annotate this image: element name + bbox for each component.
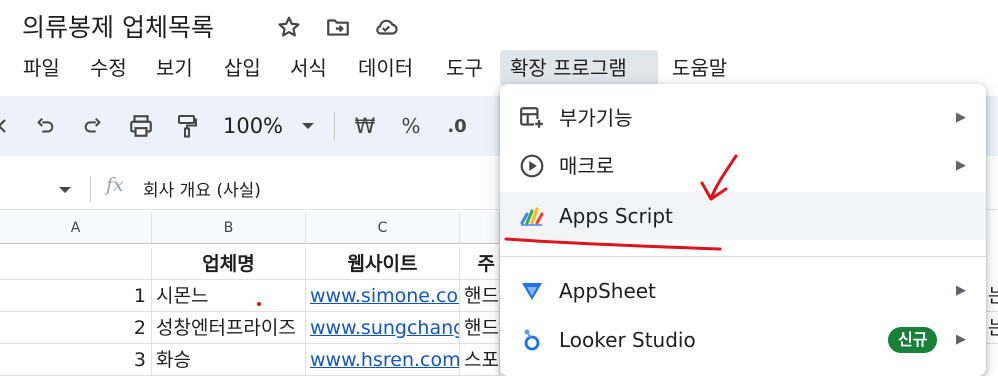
annotation-overlay	[504, 154, 738, 251]
annotation-underline	[504, 237, 722, 251]
